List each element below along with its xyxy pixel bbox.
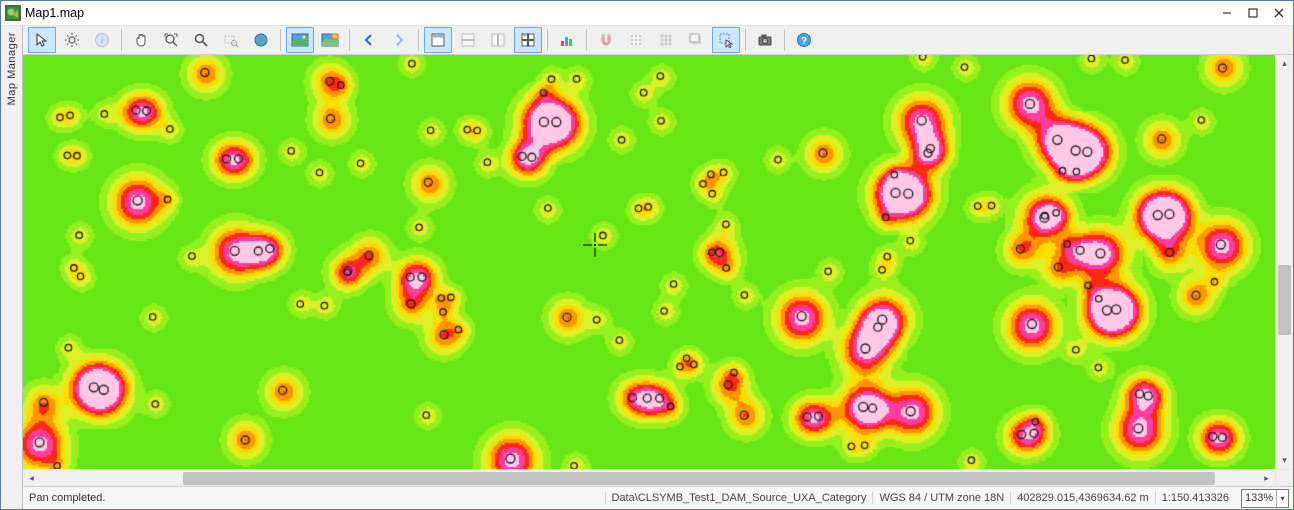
- horizontal-scrollbar[interactable]: ◂ ▸: [23, 469, 1275, 486]
- vertical-scroll-thumb[interactable]: [1278, 265, 1291, 335]
- bars-button[interactable]: [553, 27, 581, 53]
- sun-button[interactable]: [58, 27, 86, 53]
- window-single-button[interactable]: [424, 27, 452, 53]
- zoom-button[interactable]: [187, 27, 215, 53]
- window-title: Map1.map: [25, 6, 84, 20]
- next-icon: [392, 33, 406, 47]
- toolbar-separator: [121, 29, 122, 51]
- snap-magnet-button: [592, 27, 620, 53]
- bars-icon: [559, 32, 575, 48]
- status-data-path: Data\CLSYMB_Test1_DAM_Source_UXA_Categor…: [605, 492, 873, 504]
- window-horiz-icon: [460, 32, 476, 48]
- svg-text:?: ?: [801, 36, 807, 47]
- info-button: i: [88, 27, 116, 53]
- toolbar: i?: [23, 26, 1293, 55]
- grid-dots-icon: [628, 32, 644, 48]
- shadow-rect-icon: [688, 32, 704, 48]
- cursor-select-icon: [718, 32, 734, 48]
- zoom-dropdown-button[interactable]: ▾: [1276, 490, 1288, 507]
- toolbar-separator: [784, 29, 785, 51]
- side-panel-tab[interactable]: Map Manager: [1, 26, 23, 509]
- help-icon: ?: [796, 32, 812, 48]
- prev-button[interactable]: [355, 27, 383, 53]
- scroll-corner: [1275, 469, 1293, 486]
- side-panel-label: Map Manager: [6, 32, 18, 105]
- pointer-button[interactable]: [28, 27, 56, 53]
- grid-lines-icon: [658, 32, 674, 48]
- status-coords: 402829.015,4369634.62 m: [1010, 492, 1155, 504]
- toolbar-separator: [586, 29, 587, 51]
- window-grid-button[interactable]: [514, 27, 542, 53]
- map-canvas[interactable]: [23, 55, 1275, 469]
- window-horiz-button: [454, 27, 482, 53]
- maximize-button[interactable]: [1241, 4, 1265, 22]
- shadow-rect-button: [682, 27, 710, 53]
- toolbar-separator: [745, 29, 746, 51]
- layer-view1-icon: [291, 32, 309, 48]
- statusbar: Pan completed. Data\CLSYMB_Test1_DAM_Sou…: [23, 486, 1293, 509]
- zoom-icon: [193, 32, 209, 48]
- close-button[interactable]: [1267, 4, 1291, 22]
- zoom-box-button: [217, 27, 245, 53]
- layer-view1-button[interactable]: [286, 27, 314, 53]
- zoom-combo[interactable]: 133% ▾: [1241, 489, 1289, 508]
- help-button[interactable]: ?: [790, 27, 818, 53]
- layer-view2-button[interactable]: [316, 27, 344, 53]
- globe-button[interactable]: [247, 27, 275, 53]
- horizontal-scroll-thumb[interactable]: [183, 472, 1215, 485]
- zoom-extent-button[interactable]: [157, 27, 185, 53]
- vertical-scrollbar[interactable]: ▴ ▾: [1275, 55, 1293, 469]
- pan-hand-button[interactable]: [127, 27, 155, 53]
- scroll-up-button[interactable]: ▴: [1276, 55, 1293, 72]
- toolbar-separator: [418, 29, 419, 51]
- toolbar-separator: [547, 29, 548, 51]
- window-vert-button: [484, 27, 512, 53]
- window-single-icon: [430, 32, 446, 48]
- cursor-select-button[interactable]: [712, 27, 740, 53]
- globe-icon: [253, 32, 269, 48]
- zoom-box-icon: [223, 32, 239, 48]
- map-viewport[interactable]: [23, 55, 1275, 469]
- camera-button[interactable]: [751, 27, 779, 53]
- scroll-down-button[interactable]: ▾: [1276, 452, 1293, 469]
- status-message: Pan completed.: [27, 492, 105, 504]
- window-grid-icon: [520, 32, 536, 48]
- scroll-left-button[interactable]: ◂: [23, 470, 40, 487]
- app-icon: [5, 5, 21, 21]
- titlebar: Map1.map: [1, 1, 1293, 26]
- zoom-extent-icon: [163, 32, 179, 48]
- window-vert-icon: [490, 32, 506, 48]
- map-area: ▴ ▾: [23, 55, 1293, 469]
- prev-icon: [362, 33, 376, 47]
- status-projection: WGS 84 / UTM zone 18N: [872, 492, 1010, 504]
- toolbar-separator: [280, 29, 281, 51]
- layer-view2-icon: [321, 32, 339, 48]
- camera-icon: [757, 32, 773, 48]
- next-button: [385, 27, 413, 53]
- scroll-right-button[interactable]: ▸: [1258, 470, 1275, 487]
- svg-text:i: i: [101, 36, 104, 47]
- status-scale: 1:150.413326: [1155, 492, 1235, 504]
- sun-icon: [64, 32, 80, 48]
- pointer-icon: [34, 32, 50, 48]
- grid-dots-button: [622, 27, 650, 53]
- app-window: Map1.map Map Manager i? ▴: [0, 0, 1294, 510]
- zoom-value: 133%: [1242, 492, 1276, 504]
- info-icon: i: [94, 32, 110, 48]
- minimize-button[interactable]: [1215, 4, 1239, 22]
- snap-magnet-icon: [598, 32, 614, 48]
- grid-lines-button: [652, 27, 680, 53]
- pan-hand-icon: [133, 32, 149, 48]
- toolbar-separator: [349, 29, 350, 51]
